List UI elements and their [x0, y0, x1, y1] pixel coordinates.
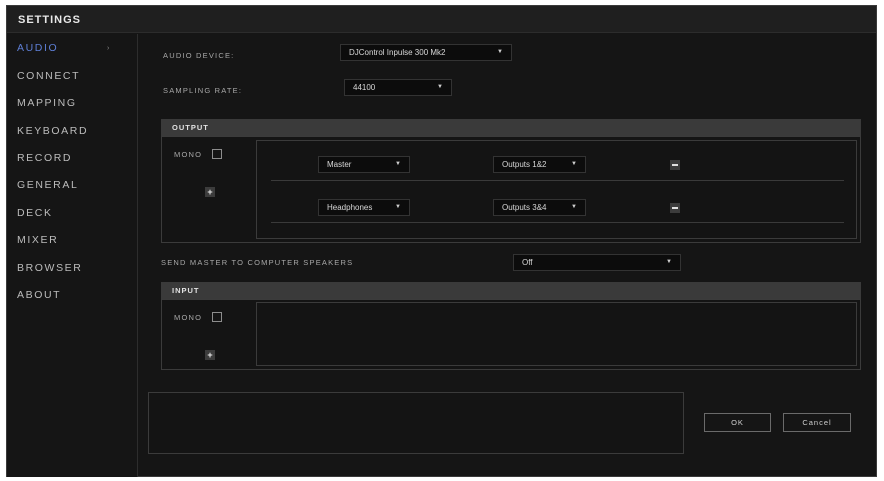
audio-device-value: DJControl Inpulse 300 Mk2: [349, 48, 446, 57]
audio-device-label: AUDIO DEVICE:: [163, 51, 235, 60]
input-routing-panel: [256, 302, 857, 366]
title-bar: SETTINGS: [7, 6, 876, 33]
audio-device-select[interactable]: DJControl Inpulse 300 Mk2 ▼: [340, 44, 512, 61]
output-target-value: Outputs 3&4: [502, 203, 547, 212]
send-master-label: SEND MASTER TO COMPUTER SPEAKERS: [161, 258, 354, 267]
sidebar-item-mixer[interactable]: MIXER: [17, 234, 58, 246]
sampling-rate-value: 44100: [353, 83, 376, 92]
output-routing-panel: [256, 140, 857, 239]
input-mono-label: MONO: [174, 313, 203, 322]
output-target-value: Outputs 1&2: [502, 160, 547, 169]
window-title: SETTINGS: [18, 14, 82, 26]
chevron-down-icon: ▼: [395, 161, 401, 167]
input-mono-checkbox[interactable]: [212, 312, 222, 322]
input-section-header: INPUT: [161, 282, 861, 299]
sidebar-item-keyboard[interactable]: KEYBOARD: [17, 125, 88, 137]
sidebar-item-browser[interactable]: BROWSER: [17, 262, 82, 274]
sidebar-item-record[interactable]: RECORD: [17, 152, 72, 164]
chevron-down-icon: ▼: [666, 259, 672, 265]
chevron-down-icon: ▼: [437, 84, 443, 90]
remove-output-button[interactable]: [670, 160, 680, 170]
sidebar-item-connect[interactable]: CONNECT: [17, 70, 80, 82]
row-divider: [271, 180, 844, 181]
ok-button[interactable]: OK: [704, 413, 771, 432]
send-master-value: Off: [522, 258, 533, 267]
output-section-header: OUTPUT: [161, 119, 861, 136]
output-channel-select-master[interactable]: Master ▼: [318, 156, 410, 173]
send-master-select[interactable]: Off ▼: [513, 254, 681, 271]
sidebar-item-mapping[interactable]: MAPPING: [17, 97, 77, 109]
output-channel-select-headphones[interactable]: Headphones ▼: [318, 199, 410, 216]
settings-window: SETTINGS AUDIO › CONNECT MAPPING KEYBOAR…: [6, 5, 877, 477]
row-divider: [271, 222, 844, 223]
add-output-button[interactable]: +: [205, 187, 215, 197]
chevron-down-icon: ▼: [395, 204, 401, 210]
chevron-down-icon: ▼: [571, 161, 577, 167]
sidebar-item-audio[interactable]: AUDIO: [17, 42, 58, 54]
sidebar: AUDIO › CONNECT MAPPING KEYBOARD RECORD …: [7, 34, 138, 477]
cancel-button[interactable]: Cancel: [783, 413, 851, 432]
output-channel-value: Headphones: [327, 203, 373, 212]
sampling-rate-select[interactable]: 44100 ▼: [344, 79, 452, 96]
sidebar-item-deck[interactable]: DECK: [17, 207, 53, 219]
output-channel-value: Master: [327, 160, 352, 169]
chevron-right-icon: ›: [107, 45, 110, 52]
sampling-rate-label: SAMPLING RATE:: [163, 86, 243, 95]
output-mono-checkbox[interactable]: [212, 149, 222, 159]
remove-output-button[interactable]: [670, 203, 680, 213]
add-input-button[interactable]: +: [205, 350, 215, 360]
chevron-down-icon: ▼: [571, 204, 577, 210]
sidebar-item-general[interactable]: GENERAL: [17, 179, 78, 191]
chevron-down-icon: ▼: [497, 49, 503, 55]
message-box: [148, 392, 684, 454]
output-target-select-headphones[interactable]: Outputs 3&4 ▼: [493, 199, 586, 216]
sidebar-item-about[interactable]: ABOUT: [17, 289, 61, 301]
output-target-select-master[interactable]: Outputs 1&2 ▼: [493, 156, 586, 173]
output-mono-label: MONO: [174, 150, 203, 159]
